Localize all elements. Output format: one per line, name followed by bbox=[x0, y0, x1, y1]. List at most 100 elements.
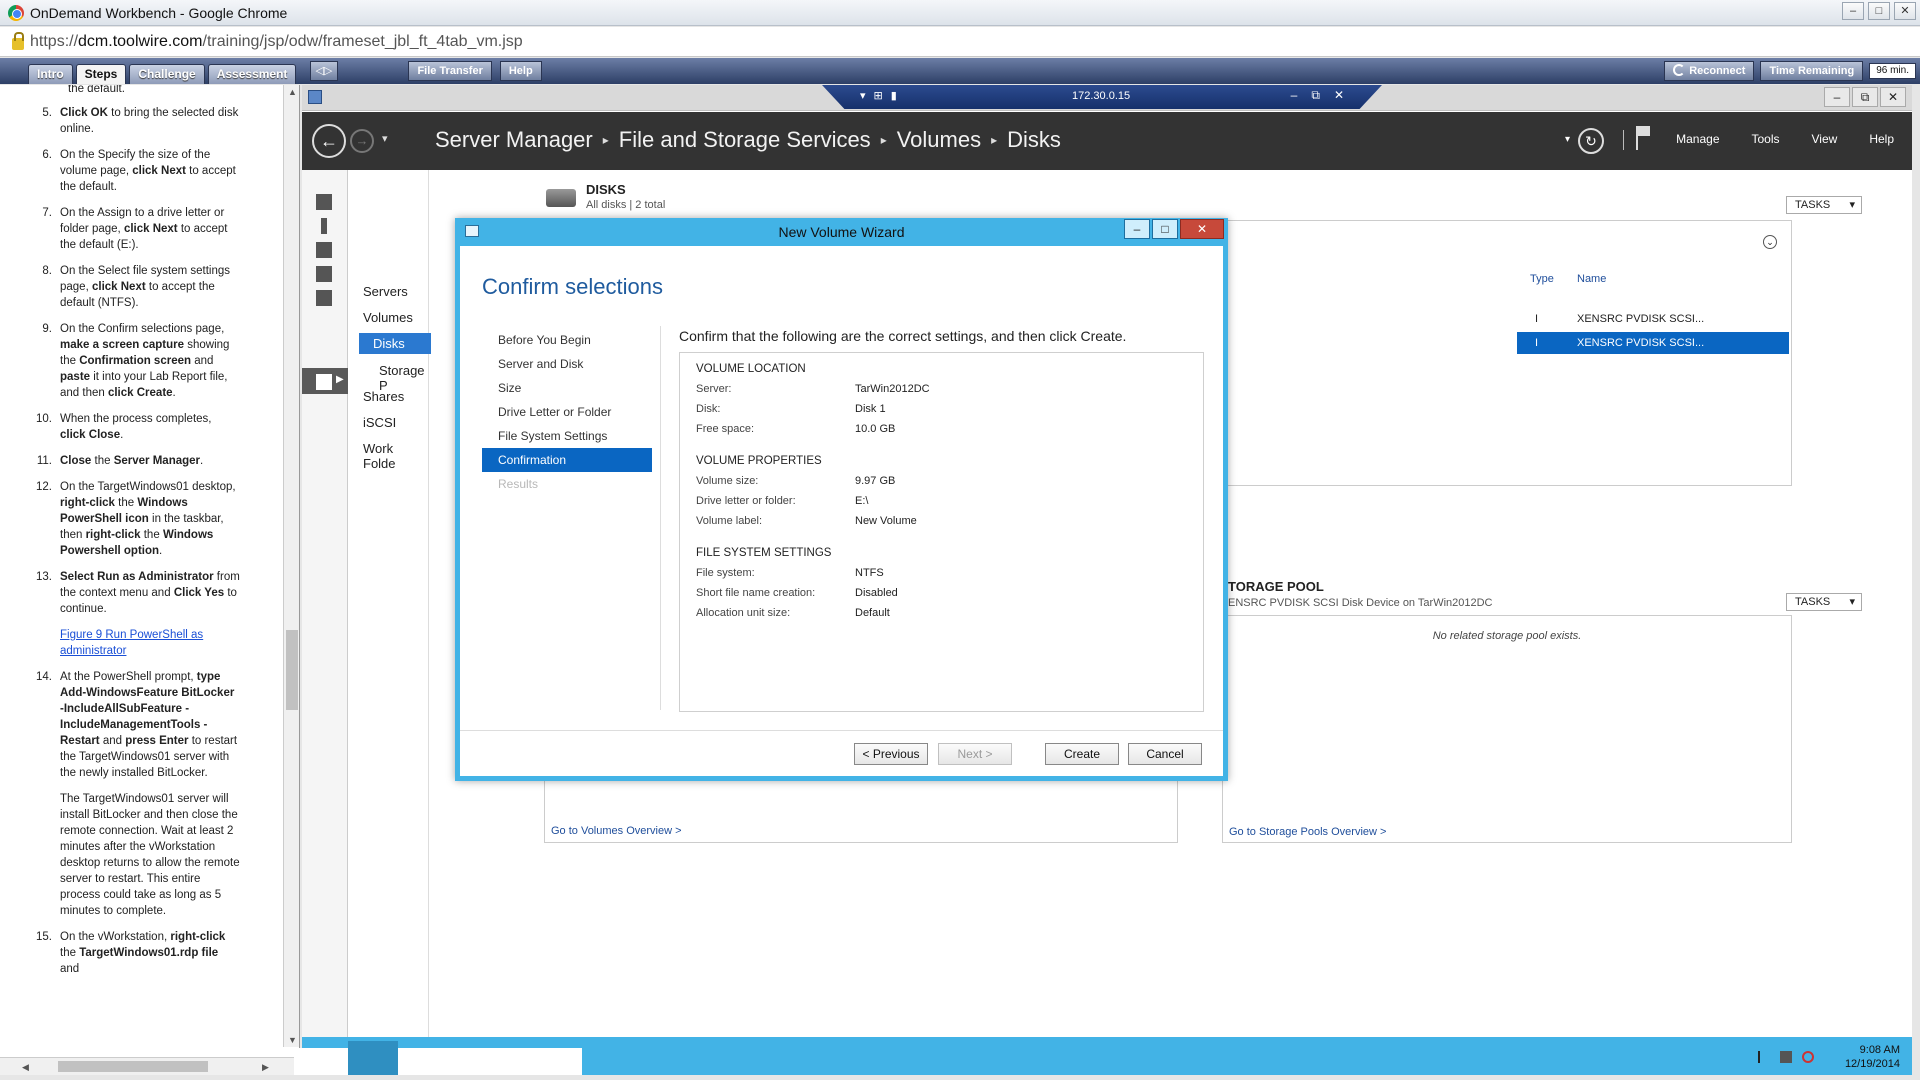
setting-value: 9.97 GB bbox=[855, 475, 896, 487]
reconnect-button[interactable]: Reconnect bbox=[1664, 61, 1755, 81]
wizard-steps: Before You Begin Server and Disk Size Drive… bbox=[482, 328, 652, 496]
next-button[interactable]: Next > bbox=[938, 743, 1012, 765]
volume-tray-icon[interactable] bbox=[1802, 1051, 1814, 1063]
nav-shares[interactable]: Shares bbox=[363, 389, 404, 404]
tab-challenge[interactable]: Challenge bbox=[129, 64, 205, 84]
close-icon[interactable]: ✕ bbox=[1894, 2, 1916, 20]
wizard-maximize-icon[interactable]: □ bbox=[1152, 219, 1178, 239]
section-title: FILE SYSTEM SETTINGS bbox=[696, 547, 832, 559]
flag-tray-icon[interactable] bbox=[1758, 1051, 1770, 1063]
maximize-icon[interactable]: □ bbox=[1868, 2, 1890, 20]
menu-manage[interactable]: Manage bbox=[1676, 132, 1719, 146]
sm-restore-icon[interactable]: ⧉ bbox=[1852, 87, 1878, 107]
confirmation-box: VOLUME LOCATION Server: TarWin2012DC Disk: D… bbox=[679, 352, 1204, 712]
breadcrumb-volumes[interactable]: Volumes bbox=[897, 127, 981, 153]
pool-tasks-dropdown[interactable]: TASKS bbox=[1786, 593, 1862, 611]
system-tray bbox=[1758, 1051, 1814, 1063]
url-text[interactable]: https://dcm.toolwire.com/training/jsp/od… bbox=[30, 33, 523, 51]
local-server-icon[interactable] bbox=[321, 218, 327, 234]
col-name[interactable]: Name bbox=[1577, 273, 1606, 285]
setting-value: Disk 1 bbox=[855, 403, 886, 415]
table-row[interactable]: I XENSRC PVDISK SCSI... bbox=[1517, 308, 1789, 330]
menu-help[interactable]: Help bbox=[1869, 132, 1894, 146]
signal-icon: ▮ bbox=[890, 90, 897, 102]
pool-empty-message: No related storage pool exists. bbox=[1432, 630, 1582, 642]
taskbar-clock[interactable]: 9:08 AM 12/19/2014 bbox=[1845, 1043, 1900, 1071]
setting-label: Disk: bbox=[696, 403, 721, 415]
wizard-close-icon[interactable]: ✕ bbox=[1180, 219, 1224, 239]
network-tray-icon[interactable] bbox=[1780, 1051, 1792, 1063]
ad-icon[interactable] bbox=[316, 266, 332, 282]
history-dropdown-icon[interactable]: ▾ bbox=[382, 132, 388, 145]
notifications-flag-icon[interactable] bbox=[1636, 126, 1650, 150]
explorer-taskbar-icon[interactable] bbox=[488, 1041, 538, 1075]
rdp-connection-bar: ▾ ⊞ ▮ 172.30.0.15 – ⧉ ✕ – ⧉ ✕ bbox=[302, 85, 1912, 111]
help-button[interactable]: Help bbox=[499, 61, 542, 81]
tab-steps[interactable]: Steps bbox=[75, 64, 127, 84]
col-type[interactable]: Type bbox=[1530, 273, 1554, 285]
pin-icon[interactable]: ▾ bbox=[860, 89, 866, 102]
back-icon[interactable]: ← bbox=[312, 124, 346, 158]
address-bar[interactable]: https://dcm.toolwire.com/training/jsp/od… bbox=[0, 27, 1920, 57]
wizard-title: New Volume Wizard bbox=[778, 224, 905, 240]
go-to-volumes-link[interactable]: Go to Volumes Overview > bbox=[551, 825, 682, 837]
lock-connection-icon[interactable]: ⊞ bbox=[874, 89, 883, 102]
forward-icon[interactable]: → bbox=[350, 129, 374, 153]
rdp-close-icon[interactable]: ✕ bbox=[1334, 88, 1344, 103]
steps-vertical-scrollbar[interactable]: ▲ ▼ bbox=[283, 85, 299, 1047]
sm-close-icon[interactable]: ✕ bbox=[1880, 87, 1906, 107]
scroll-right-icon[interactable]: ▶ bbox=[262, 1062, 269, 1073]
setting-label: Free space: bbox=[696, 423, 755, 435]
rdp-restore-icon[interactable]: ⧉ bbox=[1311, 88, 1320, 103]
breadcrumb-file-storage[interactable]: File and Storage Services bbox=[619, 127, 871, 153]
collapse-icon[interactable]: ⌄ bbox=[1763, 235, 1777, 249]
setting-value: 10.0 GB bbox=[855, 423, 896, 435]
instruction-step: 15. On the vWorkstation, right-click the … bbox=[18, 929, 282, 977]
wizard-minimize-icon[interactable]: – bbox=[1124, 219, 1150, 239]
hscroll-thumb[interactable] bbox=[58, 1061, 208, 1072]
create-button[interactable]: Create bbox=[1045, 743, 1119, 765]
rdp-minimize-icon[interactable]: – bbox=[1291, 88, 1298, 103]
dns-icon[interactable] bbox=[316, 290, 332, 306]
panel-toggle-icon[interactable]: ◁▷ bbox=[310, 61, 339, 81]
disk-icon bbox=[546, 189, 576, 207]
steps-horizontal-scrollbar[interactable]: ◀ ▶ bbox=[0, 1057, 299, 1075]
scroll-thumb[interactable] bbox=[286, 630, 298, 710]
step-text[interactable]: Figure 9 Run PowerShell as administrator bbox=[60, 627, 240, 659]
minimize-icon[interactable]: – bbox=[1842, 2, 1864, 20]
breadcrumb-server-manager[interactable]: Server Manager bbox=[435, 127, 593, 153]
table-row-selected[interactable]: I XENSRC PVDISK SCSI... bbox=[1517, 332, 1789, 354]
cancel-button[interactable]: Cancel bbox=[1128, 743, 1202, 765]
scroll-left-icon[interactable]: ◀ bbox=[22, 1062, 29, 1073]
all-servers-icon[interactable] bbox=[316, 242, 332, 258]
nav-disks[interactable]: Disks bbox=[359, 333, 431, 354]
step-number: 10. bbox=[36, 413, 52, 425]
wizard-footer-divider bbox=[460, 730, 1223, 731]
breadcrumb-separator-icon: ▸ bbox=[991, 133, 998, 147]
time-remaining-label: Time Remaining bbox=[1760, 61, 1864, 81]
windows-start-icon[interactable] bbox=[312, 1048, 334, 1070]
menu-view[interactable]: View bbox=[1812, 132, 1838, 146]
disks-tasks-dropdown[interactable]: TASKS bbox=[1786, 196, 1862, 214]
nav-servers[interactable]: Servers bbox=[363, 284, 408, 299]
file-transfer-button[interactable]: File Transfer bbox=[408, 61, 492, 81]
nav-work-folders[interactable]: Work Folde bbox=[363, 441, 428, 471]
sm-minimize-icon[interactable]: – bbox=[1824, 87, 1850, 107]
powershell-taskbar-icon[interactable] bbox=[420, 1041, 470, 1075]
server-manager-taskbar-icon[interactable] bbox=[348, 1041, 398, 1075]
scroll-up-icon[interactable]: ▲ bbox=[288, 87, 297, 97]
instruction-step: The TargetWindows01 server will install … bbox=[18, 791, 282, 919]
tab-assessment[interactable]: Assessment bbox=[207, 64, 297, 84]
tab-intro[interactable]: Intro bbox=[28, 64, 73, 84]
refresh-icon[interactable]: ↻ bbox=[1578, 128, 1604, 154]
step-number: 5. bbox=[42, 107, 52, 119]
scroll-down-icon[interactable]: ▼ bbox=[288, 1035, 297, 1045]
go-to-storage-pools-link[interactable]: Go to Storage Pools Overview > bbox=[1229, 826, 1386, 838]
menu-tools[interactable]: Tools bbox=[1752, 132, 1780, 146]
nav-volumes[interactable]: Volumes bbox=[363, 310, 413, 325]
step-number: 15. bbox=[36, 931, 52, 943]
nav-iscsi[interactable]: iSCSI bbox=[363, 415, 396, 430]
refresh-dropdown-icon[interactable]: ▾ bbox=[1565, 134, 1570, 145]
dashboard-icon[interactable] bbox=[316, 194, 332, 210]
previous-button[interactable]: < Previous bbox=[854, 743, 928, 765]
